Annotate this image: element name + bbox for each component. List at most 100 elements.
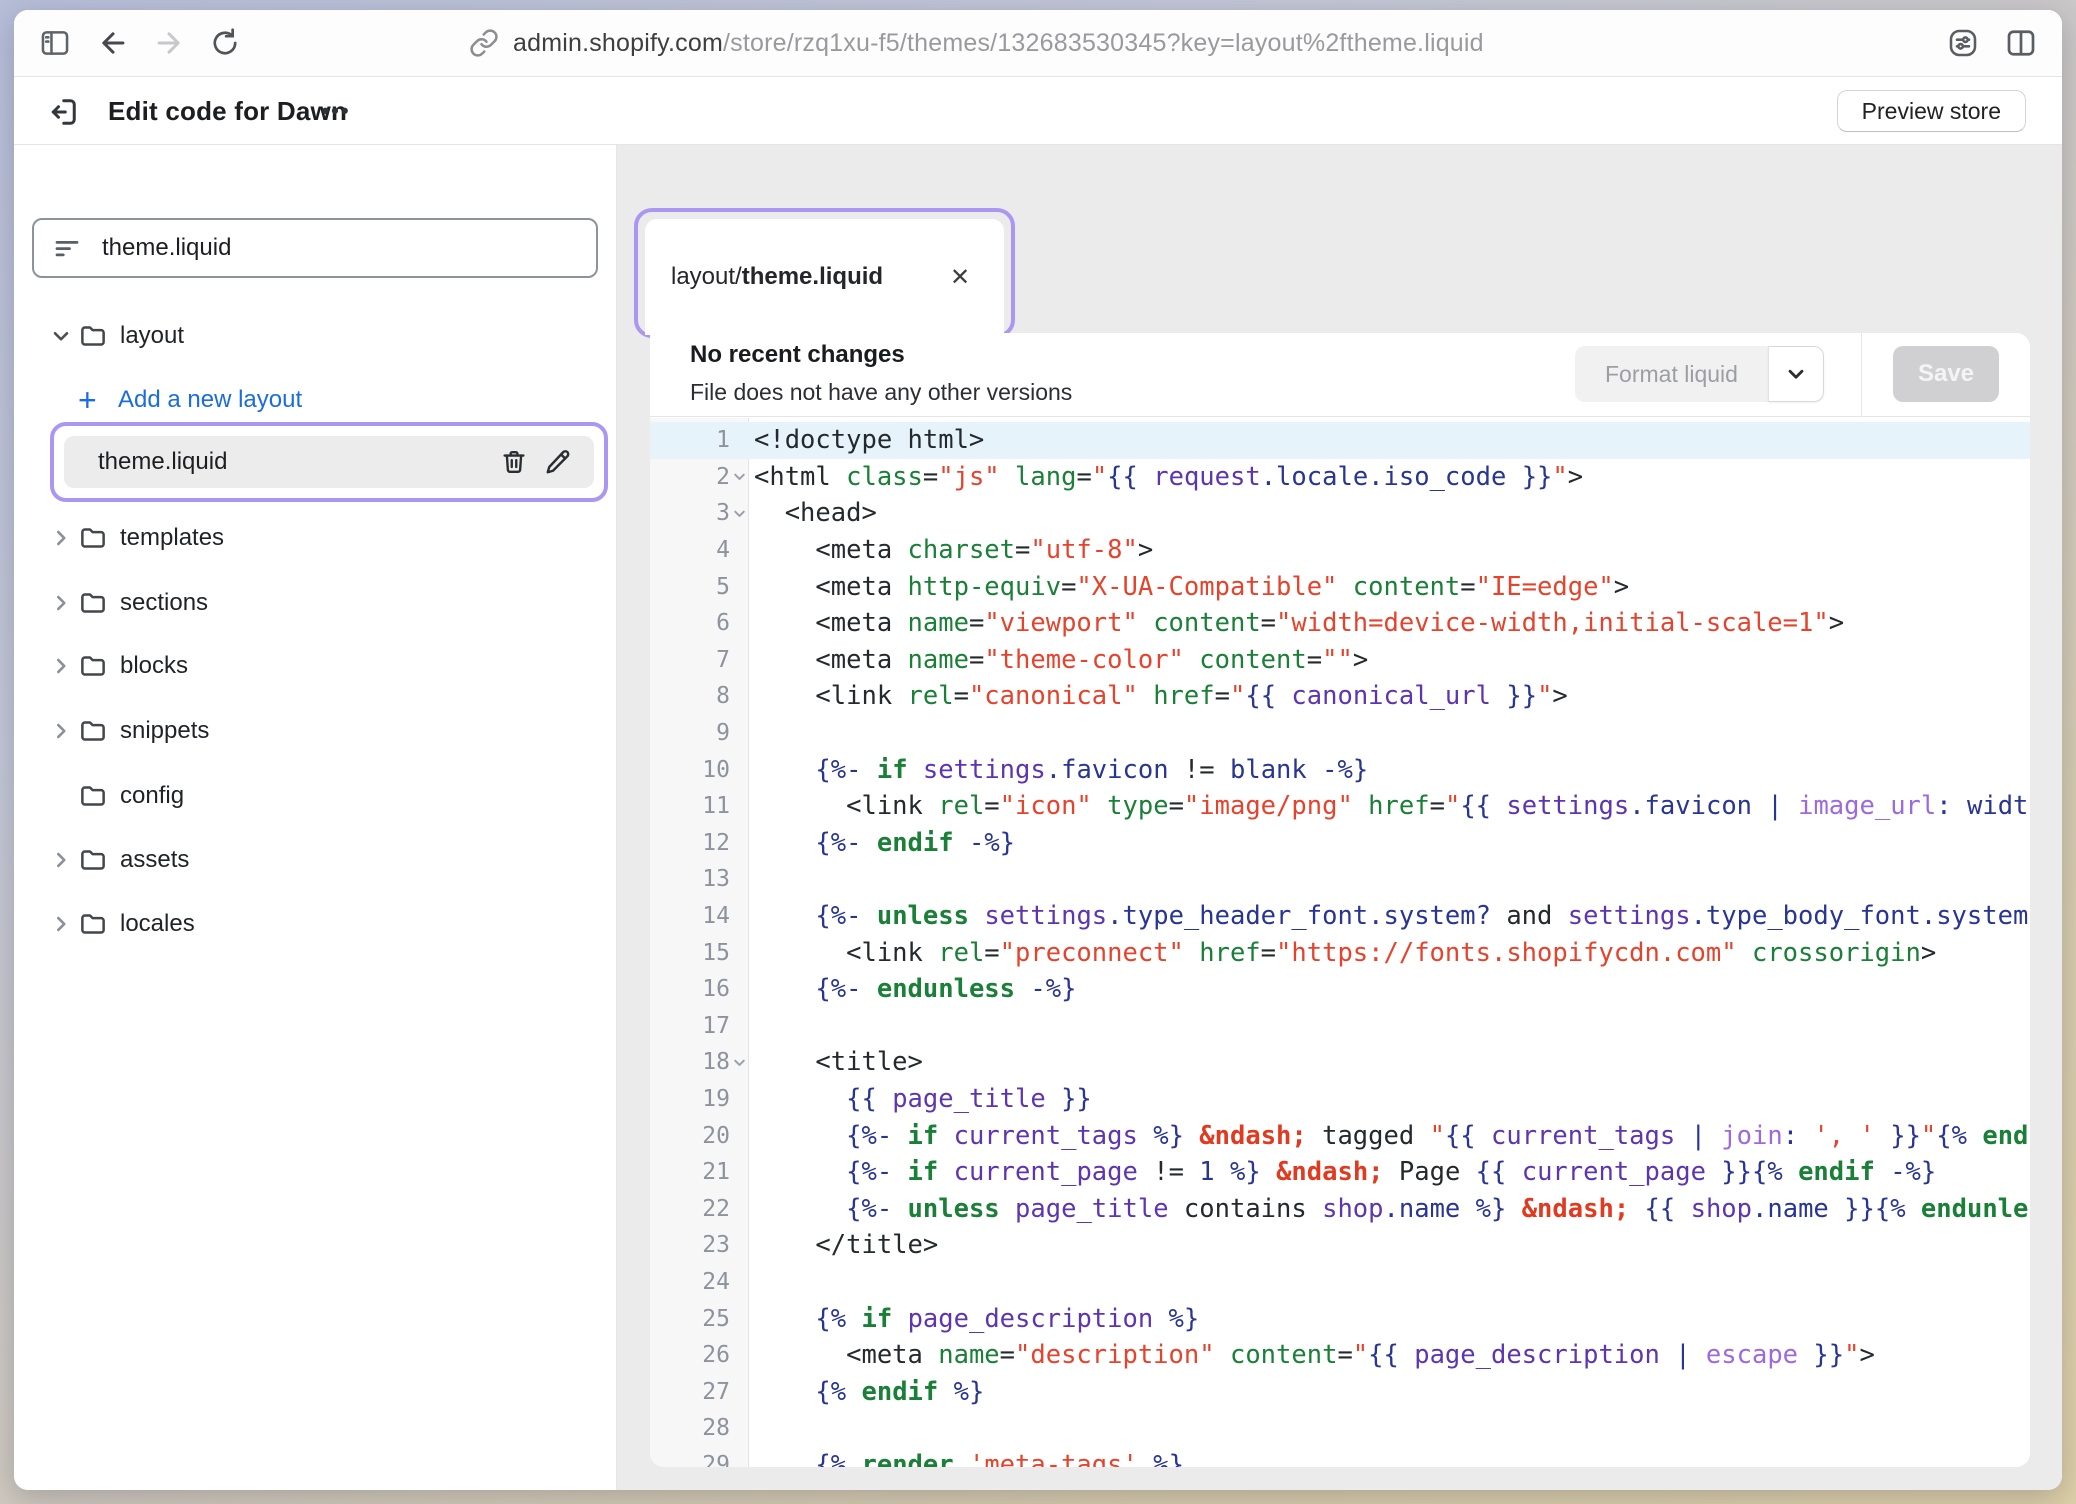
code-line[interactable]: 12 {%- endif -%} (650, 825, 2030, 862)
code-line[interactable]: 2<html class="js" lang="{{ request.local… (650, 459, 2030, 496)
folder-icon (78, 716, 114, 746)
tab-close-icon[interactable]: ✕ (942, 259, 978, 295)
code-line[interactable]: 13 (650, 861, 2030, 898)
sidebar-item-assets[interactable]: assets (14, 835, 616, 885)
line-number: 3 (650, 500, 730, 526)
code-line[interactable]: 22 {%- unless page_title contains shop.n… (650, 1190, 2030, 1227)
sidebar-item-sections[interactable]: sections (14, 578, 616, 628)
code-line[interactable]: 23 </title> (650, 1227, 2030, 1264)
chevron-down-icon[interactable] (48, 323, 78, 349)
tab-layout-theme-liquid[interactable]: layout/theme.liquid ✕ (645, 219, 1004, 335)
code-line[interactable]: 16 {%- endunless -%} (650, 971, 2030, 1008)
line-number: 9 (650, 720, 730, 746)
sidebar-item-config[interactable]: config (14, 771, 616, 821)
browser-chrome: admin.shopify.com/store/rzq1xu-f5/themes… (14, 10, 2062, 77)
line-number: 6 (650, 610, 730, 636)
file-tree: layout +Add a new layout theme.liquid templ… (14, 145, 616, 1490)
code-line[interactable]: 27 {% endif %} (650, 1373, 2030, 1410)
chevron-right-icon[interactable] (48, 590, 78, 616)
line-number: 23 (650, 1232, 730, 1258)
rename-file-icon[interactable] (536, 440, 580, 484)
code-line[interactable]: 4 <meta charset="utf-8"> (650, 532, 2030, 569)
sidebar-toggle-icon[interactable] (36, 24, 74, 62)
code-line[interactable]: 3 <head> (650, 495, 2030, 532)
fold-toggle-icon[interactable] (730, 1054, 749, 1071)
chevron-right-icon[interactable] (48, 653, 78, 679)
fold-toggle-icon[interactable] (730, 505, 749, 522)
code-line[interactable]: 7 <meta name="theme-color" content=""> (650, 642, 2030, 679)
code-panel: No recent changes File does not have any… (650, 333, 2030, 1467)
back-icon[interactable] (94, 24, 132, 62)
code-line[interactable]: 5 <meta http-equiv="X-UA-Compatible" con… (650, 568, 2030, 605)
sidebar-item-label: theme.liquid (98, 448, 227, 476)
app-header: Edit code for Dawn ••• Preview store (14, 77, 2062, 145)
line-number: 22 (650, 1196, 730, 1222)
line-number: 24 (650, 1269, 730, 1295)
code-line[interactable]: 25 {% if page_description %} (650, 1300, 2030, 1337)
code-line[interactable]: 6 <meta name="viewport" content="width=d… (650, 605, 2030, 642)
sidebar-item-label: sections (120, 589, 208, 617)
exit-editor-icon[interactable] (44, 93, 82, 131)
sidebar-item-label: snippets (120, 717, 209, 745)
chevron-right-icon[interactable] (48, 911, 78, 937)
folder-icon (78, 321, 114, 351)
format-dropdown-button[interactable] (1768, 346, 1824, 402)
line-number: 19 (650, 1086, 730, 1112)
line-number: 15 (650, 940, 730, 966)
forward-icon[interactable] (150, 24, 188, 62)
line-number: 10 (650, 757, 730, 783)
folder-icon (78, 845, 114, 875)
code-line[interactable]: 21 {%- if current_page != 1 %} &ndash; P… (650, 1154, 2030, 1191)
sidebar-item-templates[interactable]: templates (14, 513, 616, 563)
reload-icon[interactable] (206, 24, 244, 62)
code-line[interactable]: 26 <meta name="description" content="{{ … (650, 1337, 2030, 1374)
browser-window: admin.shopify.com/store/rzq1xu-f5/themes… (14, 10, 2062, 1490)
page-settings-icon[interactable] (1944, 24, 1982, 62)
sidebar-item-layout[interactable]: layout (14, 311, 616, 361)
code-text: {%- if settings.favicon != blank -%} (749, 755, 1368, 785)
sidebar-item-theme-liquid[interactable]: theme.liquid (64, 436, 594, 488)
sidebar-item-locales[interactable]: locales (14, 899, 616, 949)
code-line[interactable]: 18 <title> (650, 1044, 2030, 1081)
format-liquid-button[interactable]: Format liquid (1575, 346, 1768, 402)
delete-file-icon[interactable] (492, 440, 536, 484)
code-line[interactable]: 15 <link rel="preconnect" href="https://… (650, 934, 2030, 971)
code-line[interactable]: 10 {%- if settings.favicon != blank -%} (650, 751, 2030, 788)
save-button[interactable]: Save (1893, 346, 1999, 402)
fold-toggle-icon[interactable] (730, 468, 749, 485)
code-line[interactable]: 28 (650, 1410, 2030, 1447)
code-line[interactable]: 24 (650, 1264, 2030, 1301)
code-text: <head> (749, 498, 877, 528)
sidebar-item-blocks[interactable]: blocks (14, 641, 616, 691)
sidebar-item-label: config (120, 782, 184, 810)
split-view-icon[interactable] (2002, 24, 2040, 62)
sidebar-item-label: Add a new layout (118, 386, 302, 414)
code-line[interactable]: 17 (650, 1008, 2030, 1045)
chevron-right-icon[interactable] (48, 525, 78, 551)
code-text: {% render 'meta-tags' %} (749, 1450, 1184, 1467)
code-text: <link rel="canonical" href="{{ canonical… (749, 681, 1568, 711)
line-number: 8 (650, 683, 730, 709)
code-line[interactable]: 11 <link rel="icon" type="image/png" hre… (650, 788, 2030, 825)
chevron-right-icon[interactable] (48, 847, 78, 873)
code-line[interactable]: 29 {% render 'meta-tags' %} (650, 1447, 2030, 1467)
url-field[interactable]: admin.shopify.com/store/rzq1xu-f5/themes… (513, 29, 1484, 58)
code-text: {% if page_description %} (749, 1304, 1199, 1334)
code-line[interactable]: 19 {{ page_title }} (650, 1081, 2030, 1118)
line-number: 27 (650, 1379, 730, 1405)
more-options-button[interactable]: ••• (314, 89, 358, 133)
code-text: <meta name="viewport" content="width=dev… (749, 608, 1844, 638)
code-text: {%- unless settings.type_header_font.sys… (749, 901, 2030, 931)
preview-store-button[interactable]: Preview store (1837, 90, 2026, 132)
code-line[interactable]: 9 (650, 715, 2030, 752)
code-line[interactable]: 8 <link rel="canonical" href="{{ canonic… (650, 678, 2030, 715)
code-line[interactable]: 14 {%- unless settings.type_header_font.… (650, 898, 2030, 935)
sidebar-item-label: locales (120, 910, 195, 938)
code-line[interactable]: 20 {%- if current_tags %} &ndash; tagged… (650, 1117, 2030, 1154)
chevron-right-icon[interactable] (48, 718, 78, 744)
page-title: Edit code for Dawn (108, 96, 347, 127)
code-editor[interactable]: 1<!doctype html>2<html class="js" lang="… (650, 418, 2030, 1467)
add-new-layout-button[interactable]: +Add a new layout (14, 375, 616, 425)
code-line[interactable]: 1<!doctype html> (650, 422, 2030, 459)
sidebar-item-snippets[interactable]: snippets (14, 706, 616, 756)
